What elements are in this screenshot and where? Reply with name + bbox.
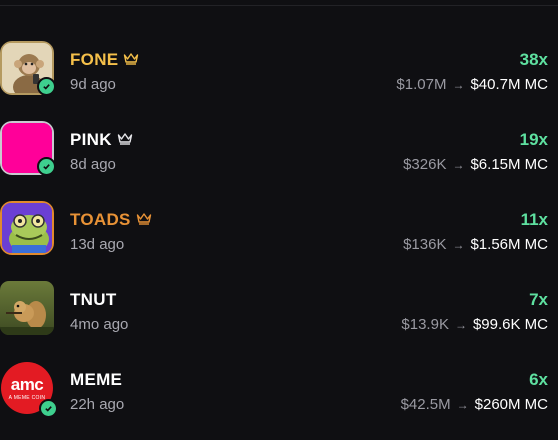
- token-row-fone[interactable]: FONE 9d ago 38x $1.07M → $40.7M MC: [0, 30, 558, 110]
- market-cap-from: $13.9K: [401, 316, 449, 333]
- token-multiplier: 38x: [519, 50, 548, 69]
- crown-icon: [117, 130, 133, 150]
- market-cap-to: $99.6K MC: [472, 316, 548, 333]
- token-multiplier: 11x: [520, 210, 548, 229]
- token-row-pink[interactable]: PINK 8d ago 19x $326K → $6.15M MC: [0, 110, 558, 190]
- top-divider: [0, 5, 558, 6]
- token-avatar: [0, 41, 56, 96]
- toad-image: [2, 203, 52, 253]
- token-age: 22h ago: [70, 396, 125, 413]
- token-age: 4mo ago: [70, 316, 129, 333]
- market-cap-change: $326K → $6.15M MC: [403, 156, 548, 173]
- token-name-label: FONE: [70, 50, 119, 69]
- token-name-label: PINK: [70, 130, 112, 149]
- token-row-toads[interactable]: TOADS 13d ago 11x $136K → $1.56M MC: [0, 190, 558, 270]
- arrow-right-icon: →: [452, 77, 465, 92]
- token-age: 13d ago: [70, 236, 125, 253]
- token-name-label: TNUT: [70, 290, 117, 309]
- arrow-right-icon: →: [454, 317, 467, 332]
- token-row-meme[interactable]: amc A MEME COIN MEME 22h ago 6x $42.5M →…: [0, 350, 558, 430]
- market-cap-from: $42.5M: [400, 396, 451, 413]
- token-row-tnut[interactable]: TNUT 4mo ago 7x $13.9K → $99.6K MC: [0, 270, 558, 350]
- token-list: FONE 9d ago 38x $1.07M → $40.7M MC PINK …: [0, 30, 558, 430]
- market-cap-change: $42.5M → $260M MC: [401, 396, 548, 413]
- market-cap-to: $40.7M MC: [470, 76, 548, 93]
- token-age: 8d ago: [70, 156, 116, 173]
- squirrel-image: [0, 281, 54, 335]
- arrow-right-icon: →: [452, 157, 465, 172]
- token-avatar: [0, 281, 54, 335]
- market-cap-to: $6.15M MC: [470, 156, 548, 173]
- token-name: PINK: [70, 130, 133, 150]
- crown-icon: [123, 50, 139, 70]
- token-name: TOADS: [70, 210, 152, 230]
- market-cap-to: $260M MC: [474, 396, 548, 413]
- verified-check-icon: [39, 399, 58, 418]
- token-name-label: TOADS: [70, 210, 131, 229]
- verified-check-icon: [37, 157, 56, 176]
- verified-check-icon: [37, 77, 56, 96]
- token-name: MEME: [70, 370, 122, 390]
- arrow-right-icon: →: [452, 237, 465, 252]
- token-avatar: amc A MEME COIN: [0, 361, 58, 418]
- market-cap-change: $1.07M → $40.7M MC: [396, 76, 548, 93]
- market-cap-change: $136K → $1.56M MC: [403, 236, 548, 253]
- amc-logo: amc: [10, 375, 44, 394]
- token-avatar: [0, 121, 56, 176]
- token-name: FONE: [70, 50, 139, 70]
- token-multiplier: 6x: [529, 370, 548, 389]
- crown-icon: [136, 210, 152, 230]
- token-age: 9d ago: [70, 76, 116, 93]
- market-cap-from: $1.07M: [396, 76, 447, 93]
- market-cap-from: $136K: [403, 236, 447, 253]
- market-cap-change: $13.9K → $99.6K MC: [401, 316, 548, 333]
- market-cap-from: $326K: [403, 156, 447, 173]
- arrow-right-icon: →: [456, 397, 469, 412]
- token-multiplier: 19x: [519, 130, 548, 149]
- token-avatar: [0, 201, 54, 255]
- market-cap-to: $1.56M MC: [470, 236, 548, 253]
- token-name-label: MEME: [70, 370, 123, 389]
- token-multiplier: 7x: [529, 290, 548, 309]
- token-name: TNUT: [70, 290, 117, 310]
